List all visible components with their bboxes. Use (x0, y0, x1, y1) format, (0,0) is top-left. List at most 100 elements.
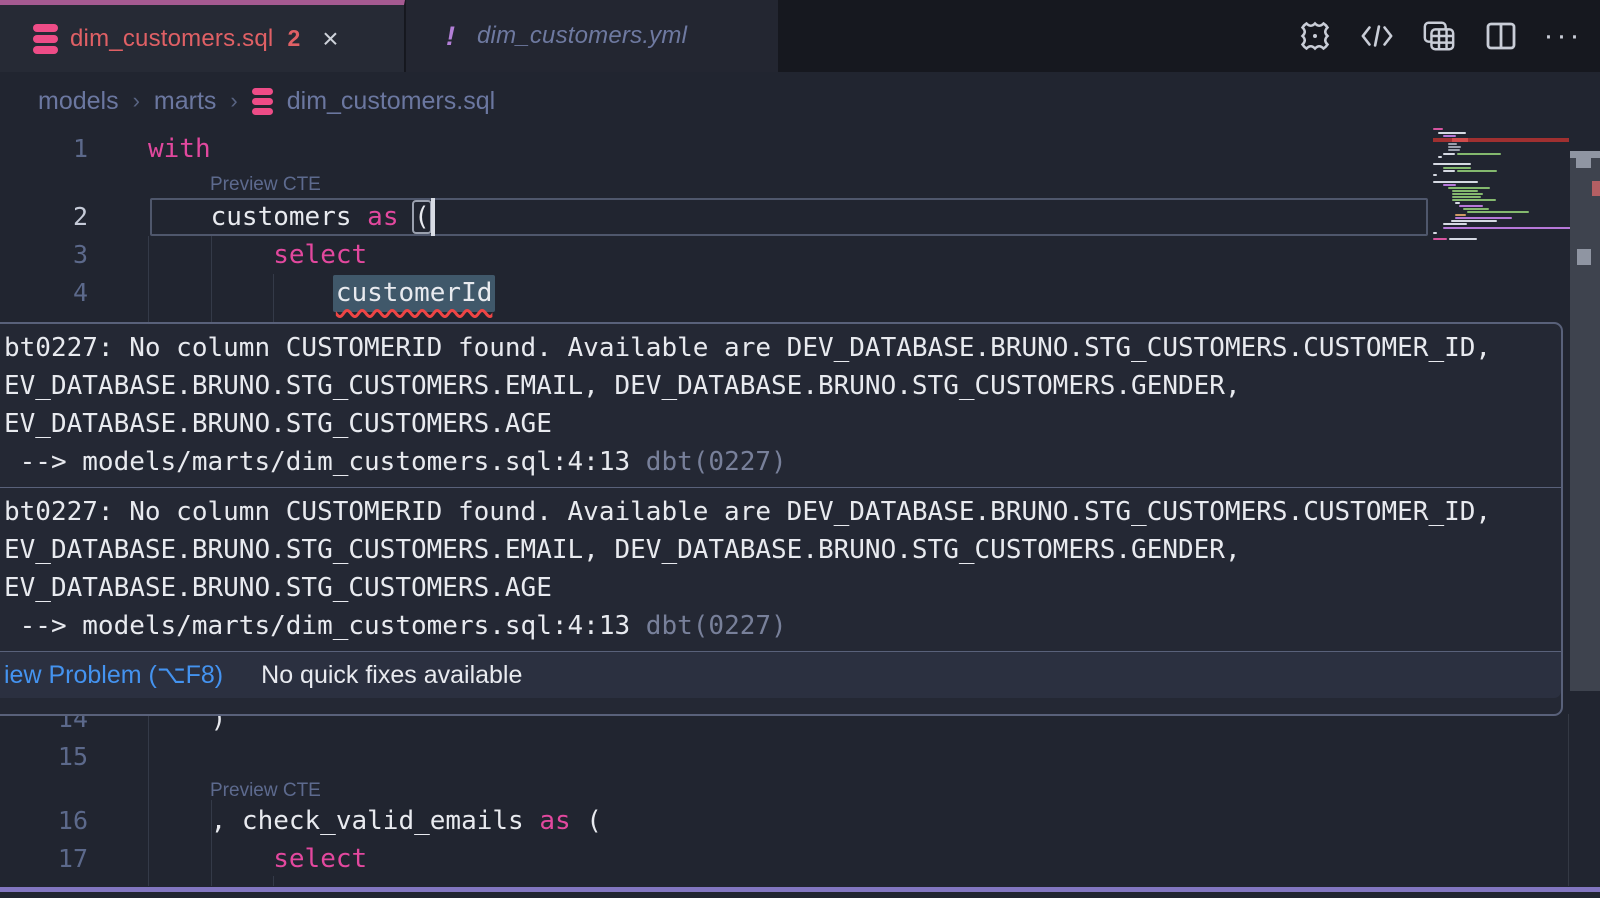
line-number[interactable]: 4 (0, 274, 88, 312)
minimap-line (1448, 143, 1457, 145)
preview-results-icon[interactable] (1422, 19, 1456, 53)
minimap-line (1433, 128, 1443, 130)
minimap-line (1457, 153, 1501, 155)
overview-ruler-mark (1576, 158, 1591, 168)
minimap-line (1449, 238, 1477, 240)
minimap-error-line (1433, 138, 1569, 143)
minimap-line (1433, 163, 1471, 165)
code-text: with (148, 130, 211, 168)
error-message-line: bt0227: No column CUSTOMERID found. Avai… (4, 329, 1561, 367)
editor-window: dim_customers.sql 2 × ! dim_customers.ym… (0, 0, 1600, 898)
error-message-line: EV_DATABASE.BRUNO.STG_CUSTOMERS.AGE (4, 569, 1561, 607)
error-highlighted-token[interactable]: customerId (333, 275, 496, 312)
error-message-line: EV_DATABASE.BRUNO.STG_CUSTOMERS.AGE (4, 405, 1561, 443)
minimap-line (1452, 193, 1483, 195)
database-icon (252, 88, 273, 115)
minimap-line (1459, 205, 1483, 207)
line-number[interactable]: 3 (0, 236, 88, 274)
overview-ruler-mark (1577, 249, 1591, 265)
line-number[interactable]: 2 (0, 198, 88, 236)
view-problem-link[interactable]: iew Problem (⌥F8) (4, 660, 223, 690)
hover-status-bar: iew Problem (⌥F8) No quick fixes availab… (0, 651, 1561, 698)
error-message-line: EV_DATABASE.BRUNO.STG_CUSTOMERS.EMAIL, D… (4, 367, 1561, 405)
overview-ruler-mark (1570, 151, 1600, 158)
breadcrumb: models › marts › dim_customers.sql (38, 72, 495, 130)
code-text: select (148, 840, 367, 878)
codelens-preview-cte[interactable]: Preview CTE (210, 174, 321, 200)
line-number[interactable]: 16 (0, 802, 88, 840)
tab-label: dim_customers.sql (70, 25, 273, 53)
minimap-line (1451, 220, 1497, 222)
tab-problem-count-badge: 2 (287, 25, 300, 52)
code-line-4[interactable]: 4 customerId (0, 274, 1600, 312)
minimap-line (1433, 181, 1478, 183)
minimap-line (1443, 227, 1574, 229)
database-icon (33, 24, 58, 54)
line-number[interactable]: 1 (0, 130, 88, 168)
split-editor-icon[interactable] (1484, 19, 1518, 53)
code-text: , check_valid_emails as ( (148, 802, 602, 840)
breadcrumb-item-models[interactable]: models (38, 87, 119, 116)
tab-dim-customers-sql[interactable]: dim_customers.sql 2 × (0, 0, 405, 72)
code-icon[interactable] (1360, 19, 1394, 53)
text-cursor: ( (414, 202, 430, 232)
bottom-accent-border (0, 887, 1600, 892)
minimap-line (1448, 149, 1460, 151)
code-line-15[interactable]: 15 (0, 738, 1600, 776)
minimap-line (1433, 232, 1437, 234)
minimap-line (1448, 146, 1461, 148)
code-line-2[interactable]: 2 customers as ( (0, 198, 1600, 236)
minimap-line (1443, 167, 1471, 169)
line-number[interactable]: 15 (0, 738, 88, 776)
scrollbar-track-edge (1568, 714, 1569, 886)
no-quick-fixes-label: No quick fixes available (261, 661, 522, 690)
code-text: customers as ( (148, 198, 430, 236)
editor-toolbar: ··· (1298, 0, 1580, 72)
tab-bar: dim_customers.sql 2 × ! dim_customers.ym… (0, 0, 1600, 72)
minimap-line (1443, 170, 1455, 172)
chevron-right-icon: › (230, 88, 237, 114)
minimap-line (1443, 184, 1456, 186)
breadcrumb-item-marts[interactable]: marts (154, 87, 217, 116)
minimap-line (1433, 238, 1447, 240)
minimap-line (1443, 153, 1455, 155)
breadcrumb-item-file[interactable]: dim_customers.sql (287, 87, 495, 116)
error-message-line: EV_DATABASE.BRUNO.STG_CUSTOMERS.EMAIL, D… (4, 531, 1561, 569)
scrollbar[interactable] (1570, 151, 1600, 691)
error-message-line: bt0227: No column CUSTOMERID found. Avai… (4, 493, 1561, 531)
code-line-16[interactable]: 16 , check_valid_emails as ( (0, 802, 1600, 840)
dbt-icon[interactable] (1298, 19, 1332, 53)
code-text: select (148, 236, 367, 274)
overview-ruler-mark (1592, 181, 1600, 196)
minimap-line (1455, 202, 1460, 204)
more-actions-icon[interactable]: ··· (1546, 19, 1580, 53)
minimap-line (1455, 214, 1466, 216)
error-message-block: bt0227: No column CUSTOMERID found. Avai… (0, 324, 1561, 487)
minimap-line (1448, 187, 1490, 189)
minimap-line (1443, 223, 1467, 225)
minimap-line (1452, 199, 1496, 201)
minimap-line (1457, 170, 1497, 172)
code-line-3[interactable]: 3 select (0, 236, 1600, 274)
minimap-line (1455, 217, 1512, 219)
minimap-line (1438, 132, 1466, 134)
minimap-line (1467, 211, 1529, 213)
tab-dim-customers-yml[interactable]: ! dim_customers.yml (406, 0, 778, 72)
minimap-line (1452, 196, 1481, 198)
error-message-block: bt0227: No column CUSTOMERID found. Avai… (0, 487, 1561, 651)
code-line-1[interactable]: 1 with (0, 130, 1600, 168)
code-line-17[interactable]: 17 select (0, 840, 1600, 878)
minimap-line (1463, 208, 1489, 210)
close-icon[interactable]: × (322, 25, 338, 53)
chevron-right-icon: › (133, 88, 140, 114)
tab-label: dim_customers.yml (477, 22, 687, 50)
minimap-line (1452, 190, 1478, 192)
warning-icon: ! (446, 21, 455, 52)
line-number[interactable]: 17 (0, 840, 88, 878)
error-message-line: --> models/marts/dim_customers.sql:4:13 … (4, 443, 1561, 481)
minimap-line (1433, 174, 1437, 176)
minimap-line (1438, 156, 1442, 158)
code-text: customerId (148, 274, 492, 312)
error-message-line: --> models/marts/dim_customers.sql:4:13 … (4, 607, 1561, 645)
error-hover: bt0227: No column CUSTOMERID found. Avai… (0, 322, 1563, 716)
